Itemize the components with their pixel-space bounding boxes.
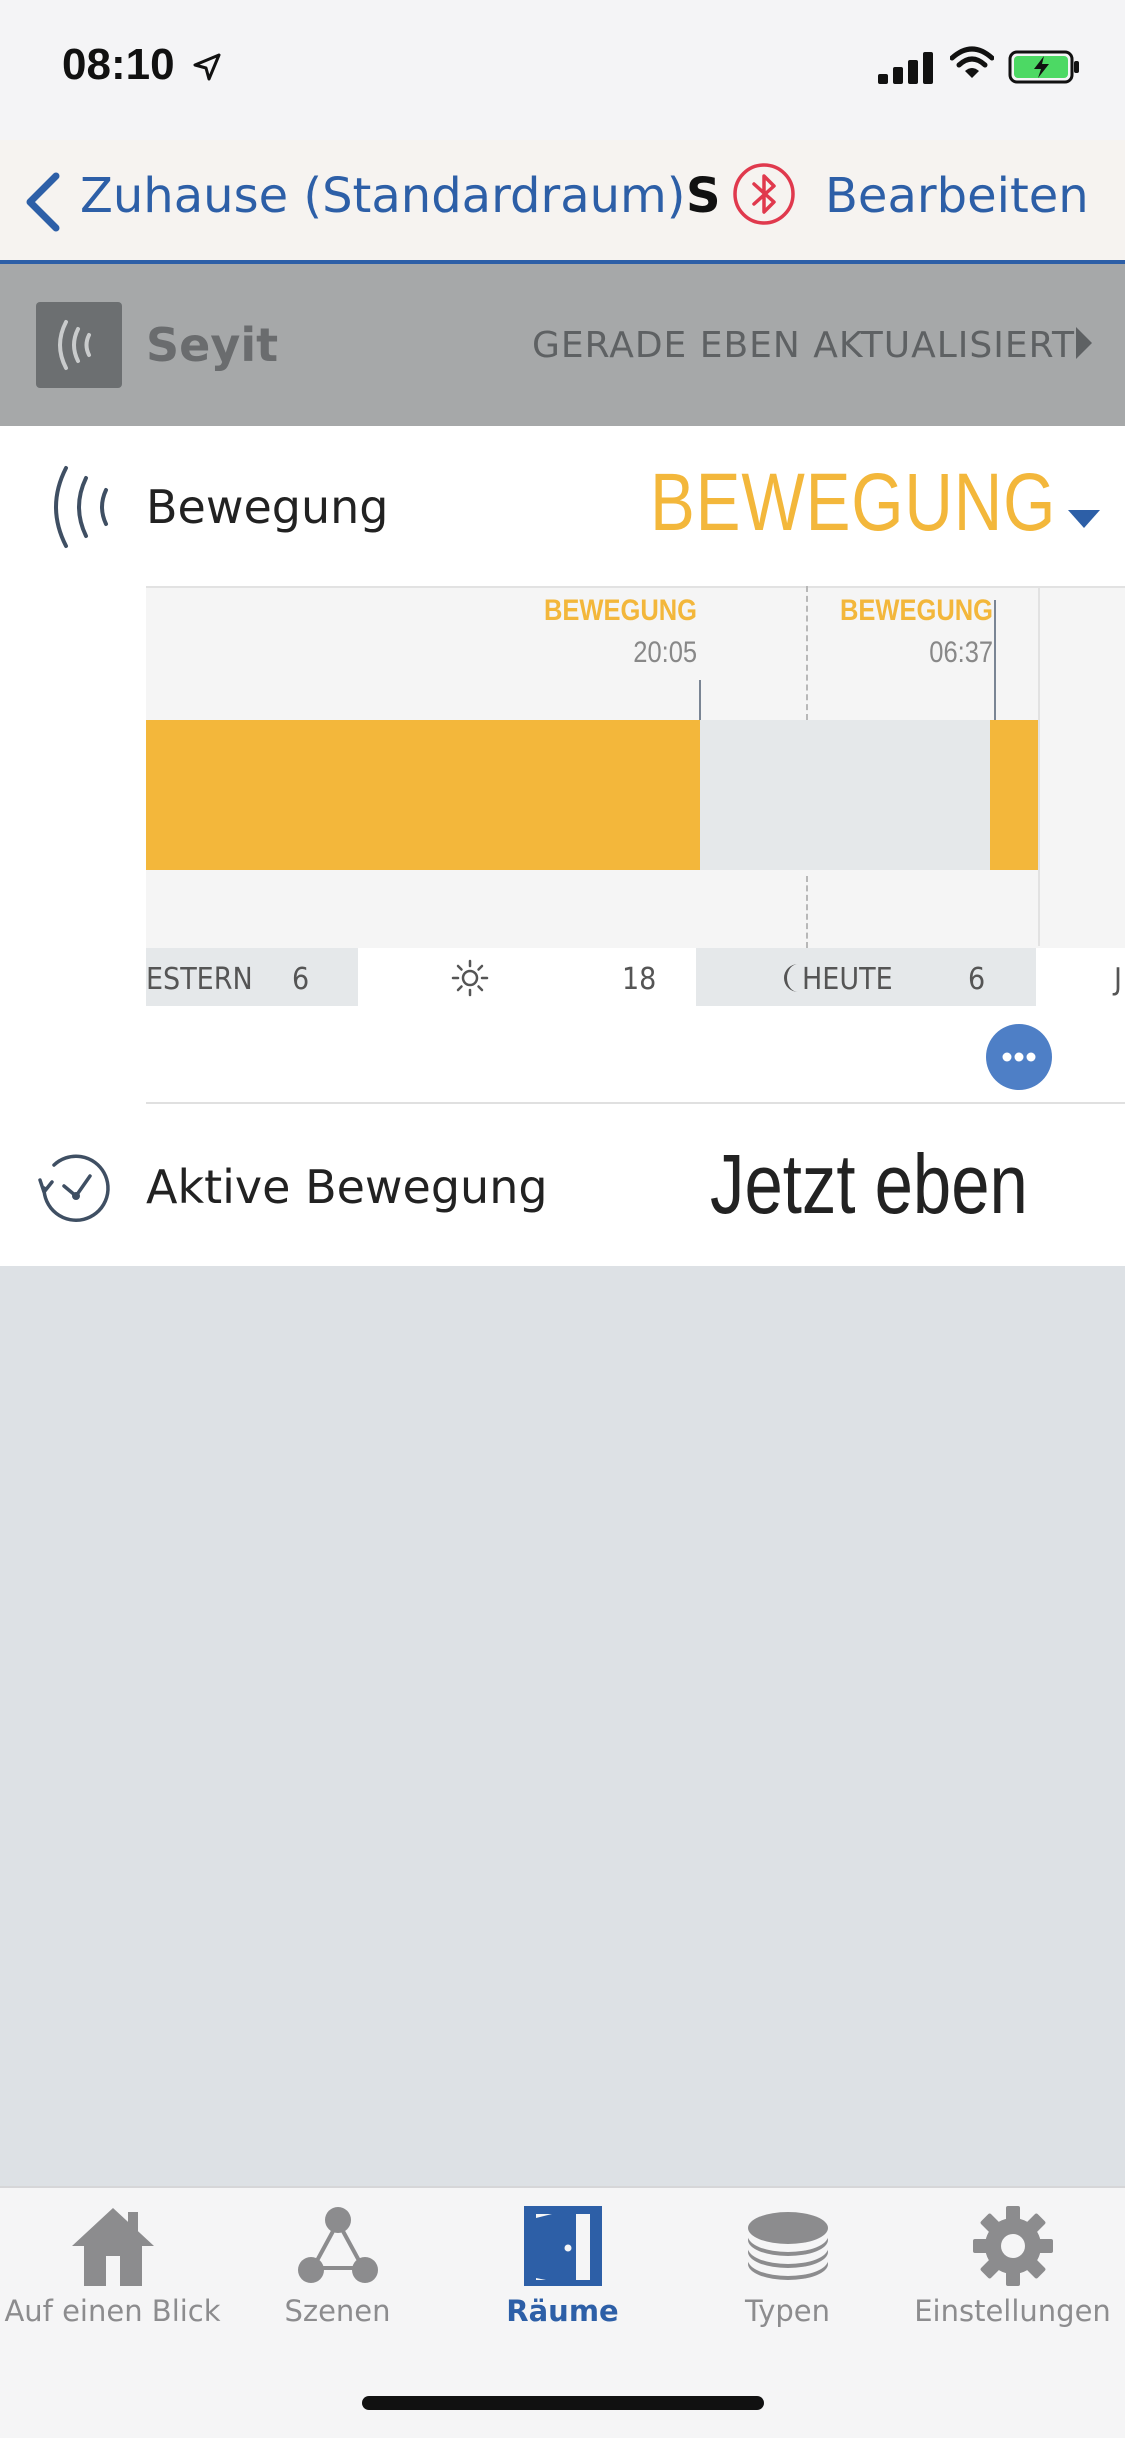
device-name: Seyit xyxy=(146,318,279,372)
midnight-divider xyxy=(806,586,808,720)
layers-icon xyxy=(747,2212,828,2280)
motion-icon xyxy=(54,466,108,548)
room-title: Schlafzimmer xyxy=(686,168,718,224)
motion-bar xyxy=(990,720,1038,870)
location-arrow-icon xyxy=(193,53,221,81)
event-title: BEWEGUNG xyxy=(840,594,993,627)
motion-bar xyxy=(146,720,700,870)
motion-sensor-icon xyxy=(36,302,122,388)
ellipsis-icon xyxy=(1002,1052,1036,1062)
scenes-icon xyxy=(297,2207,378,2283)
back-button[interactable]: Zuhause (Standardraum) xyxy=(80,168,686,224)
battery-charging-icon xyxy=(1008,50,1079,84)
tab-label: Auf einen Blick xyxy=(4,2294,221,2328)
dropdown-triangle-icon[interactable] xyxy=(1066,508,1102,530)
disclosure-triangle-icon[interactable] xyxy=(1074,325,1094,361)
cellular-signal-icon xyxy=(878,52,933,84)
bluetooth-icon[interactable] xyxy=(732,162,796,226)
event-time: 06:37 xyxy=(929,636,993,669)
axis-label-6: 6 xyxy=(292,962,310,997)
event-marker xyxy=(994,600,996,720)
axis-label-18: 18 xyxy=(622,962,657,997)
active-motion-value: Jetzt eben xyxy=(710,1137,1028,1231)
axis-label-today: HEUTE xyxy=(802,962,893,997)
event-title: BEWEGUNG xyxy=(544,594,697,627)
device-updated-status: GERADE EBEN AKTUALISIERT xyxy=(532,325,1075,366)
home-icon xyxy=(71,2208,154,2286)
tab-overview[interactable]: Auf einen Blick xyxy=(0,2196,225,2336)
divider xyxy=(146,1102,1125,1104)
tab-types[interactable]: Typen xyxy=(675,2196,900,2336)
back-chevron-icon[interactable] xyxy=(22,172,66,232)
moon-icon xyxy=(784,964,798,992)
home-indicator[interactable] xyxy=(362,2396,764,2410)
tab-label: Typen xyxy=(745,2294,830,2328)
sun-icon xyxy=(451,959,489,997)
tab-label: Räume xyxy=(506,2294,619,2328)
status-time: 08:10 xyxy=(62,40,175,89)
motion-label: Bewegung xyxy=(146,480,389,534)
idle-bar xyxy=(700,720,990,870)
tab-rooms[interactable]: Räume xyxy=(450,2196,675,2336)
midnight-divider xyxy=(806,876,808,948)
tab-label: Einstellungen xyxy=(914,2294,1111,2328)
gear-icon xyxy=(972,2206,1053,2286)
axis-label-yesterday: ESTERN xyxy=(146,962,253,997)
edit-button[interactable]: Bearbeiten xyxy=(825,168,1089,224)
timeline-now-edge xyxy=(1038,586,1040,946)
event-marker xyxy=(699,680,701,720)
active-motion-label: Aktive Bewegung xyxy=(146,1160,548,1214)
tab-label: Szenen xyxy=(284,2294,391,2328)
tab-scenes[interactable]: Szenen xyxy=(225,2196,450,2336)
wifi-icon xyxy=(950,46,994,78)
door-icon xyxy=(523,2206,602,2286)
tab-settings[interactable]: Einstellungen xyxy=(900,2196,1125,2336)
axis-label-6: 6 xyxy=(968,962,986,997)
event-time: 20:05 xyxy=(633,636,697,669)
clock-history-icon xyxy=(38,1154,110,1222)
motion-state-value[interactable]: BEWEGUNG xyxy=(650,456,1056,550)
motion-timeline[interactable]: BEWEGUNG 20:05 BEWEGUNG 06:37 ESTERN 6 1… xyxy=(146,586,1125,1006)
more-options-button[interactable] xyxy=(986,1024,1052,1090)
axis-label-next: J xyxy=(1114,962,1122,997)
